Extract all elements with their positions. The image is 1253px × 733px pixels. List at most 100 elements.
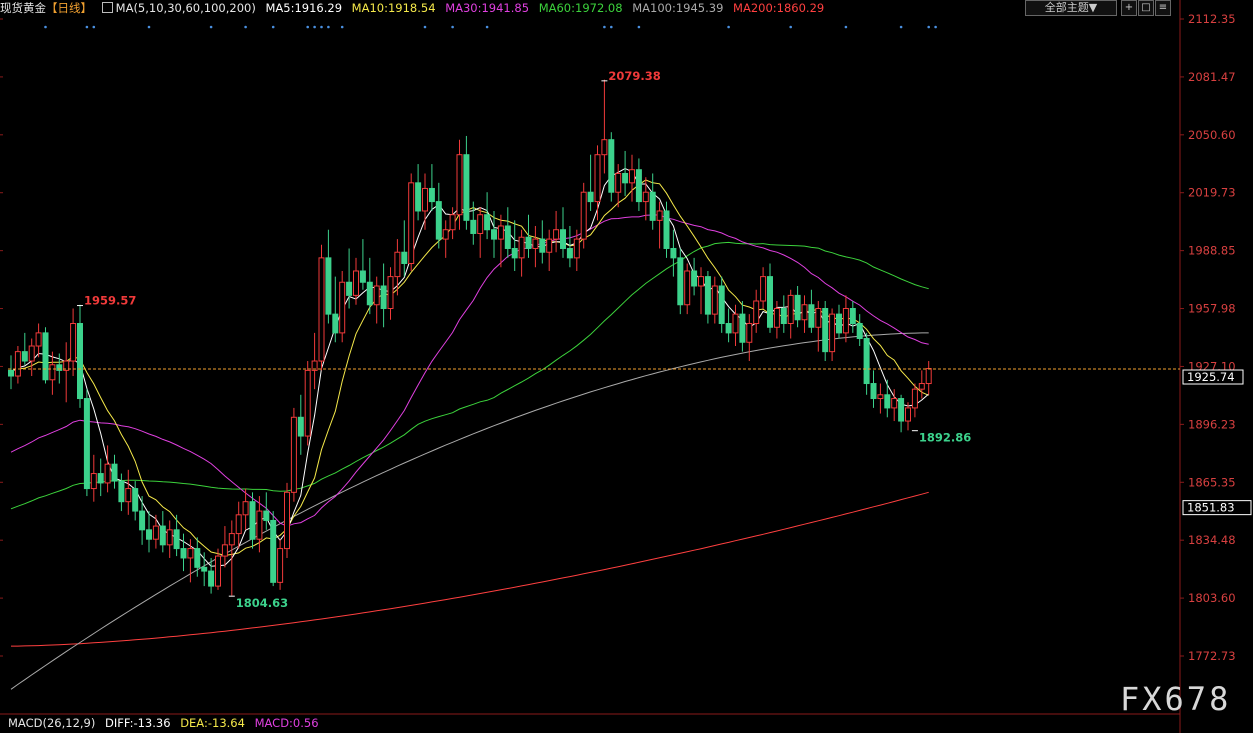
candle-body [787, 294, 794, 325]
candle-body [546, 238, 553, 253]
candle-body [532, 238, 539, 249]
candle-body [780, 308, 787, 325]
signal-dot [147, 25, 151, 29]
candle-body [718, 285, 725, 325]
candle-body [173, 529, 180, 550]
candle-body [704, 276, 711, 315]
macd-dea: DEA:-13.64 [180, 716, 245, 730]
candle-body [42, 332, 49, 381]
signal-dot [340, 25, 344, 29]
ma-settings-icon[interactable] [101, 2, 113, 13]
ma30-line [10, 214, 929, 527]
candle-body [587, 191, 594, 203]
macd-diff: DIFF:-13.36 [105, 716, 171, 730]
signal-dot [306, 25, 310, 29]
y-tick-label: 1896.23 [1188, 417, 1236, 431]
candle-body [497, 225, 504, 240]
menu-icon[interactable]: ≡ [1155, 0, 1171, 16]
candle-body [511, 247, 518, 259]
candlestick-chart: 2112.35 2081.47 2050.60 2019.73 1988.85 1957.… [0, 0, 1252, 733]
y-tick-label: 1988.85 [1188, 244, 1236, 258]
candle-body [49, 364, 56, 381]
candle-body [477, 214, 484, 234]
theme-select[interactable]: 全部主题▼ [1025, 0, 1117, 16]
candle-body [622, 172, 629, 184]
candle-body [491, 229, 497, 240]
ma30-value: MA30:1941.85 [445, 1, 530, 15]
candle-body [152, 525, 159, 540]
candle-body [56, 364, 63, 371]
signal-dot [610, 25, 613, 29]
candle-body [139, 510, 146, 531]
crosshair-icon[interactable]: + [1121, 0, 1137, 16]
candle-body [70, 323, 77, 362]
candle-body [284, 491, 290, 550]
window-icon[interactable]: □ [1138, 0, 1154, 16]
candle-body [166, 529, 173, 546]
candle-body [380, 285, 387, 310]
signal-dot [244, 25, 247, 29]
candle-body [746, 323, 753, 343]
candle-body [518, 236, 525, 259]
candle-body [21, 351, 28, 362]
y-tick-label: 2050.60 [1188, 128, 1236, 142]
candle-body [739, 313, 746, 343]
candle-body [863, 338, 870, 385]
candle-body [194, 548, 201, 568]
candle-body [180, 548, 187, 559]
period-label[interactable]: 【日线】 [46, 1, 92, 15]
ma60-line [10, 241, 929, 510]
candle-body [698, 276, 704, 287]
candle-body [905, 407, 911, 422]
candle-body [753, 300, 760, 325]
candle-body [677, 257, 684, 306]
y-tick-label: 1834.48 [1188, 533, 1236, 547]
signal-dot [85, 25, 89, 29]
candle-body [594, 154, 601, 203]
y-tick-label: 2081.47 [1188, 70, 1236, 84]
ma5-line [10, 168, 930, 567]
candle-body [449, 214, 456, 231]
candle-body [235, 514, 242, 535]
candle-body [14, 351, 21, 377]
ma60-value: MA60:1972.08 [538, 1, 623, 15]
candle-body [925, 368, 932, 385]
candle-body [573, 238, 580, 259]
candle-body [560, 229, 566, 249]
candle-body [277, 548, 284, 583]
candle-body [856, 323, 863, 340]
candle-body [159, 525, 166, 546]
signal-dot [727, 25, 730, 29]
y-tick-label: 2112.35 [1188, 12, 1236, 26]
candle-body [318, 257, 325, 362]
candle-body [422, 187, 428, 212]
macd-header: MACD(26,12,9) DIFF:-13.36 DEA:-13.64 MAC… [8, 716, 325, 730]
candle-body [608, 139, 615, 193]
candle-body [263, 510, 270, 521]
candle-body [760, 276, 767, 302]
signal-dot [327, 25, 330, 29]
candle-body [8, 369, 14, 377]
candle-body [249, 501, 256, 540]
candle-body [35, 332, 42, 347]
candle-body [270, 519, 277, 583]
high-annotation: 1959.57 [84, 294, 136, 308]
candle-body [566, 247, 573, 259]
ma-params[interactable]: MA(5,10,30,60,100,200) [116, 1, 256, 15]
signal-dot [44, 25, 47, 29]
signal-dot [271, 25, 275, 29]
candle-body [83, 398, 90, 490]
candle-body [290, 416, 297, 493]
chart-header: 现货黄金【日线】 MA(5,10,30,60,100,200) MA5:1916… [0, 0, 1020, 17]
candle-body [829, 313, 836, 353]
candle-body [125, 488, 132, 503]
y-tick-label: 2019.73 [1188, 186, 1236, 200]
y-tick-label: 1772.73 [1188, 649, 1236, 663]
signal-dot [209, 25, 213, 29]
candle-body [891, 398, 898, 409]
candle-body [918, 383, 925, 390]
candle-body [325, 257, 332, 315]
candle-body [539, 238, 546, 253]
candle-body [408, 182, 415, 264]
candle-body [90, 473, 97, 490]
